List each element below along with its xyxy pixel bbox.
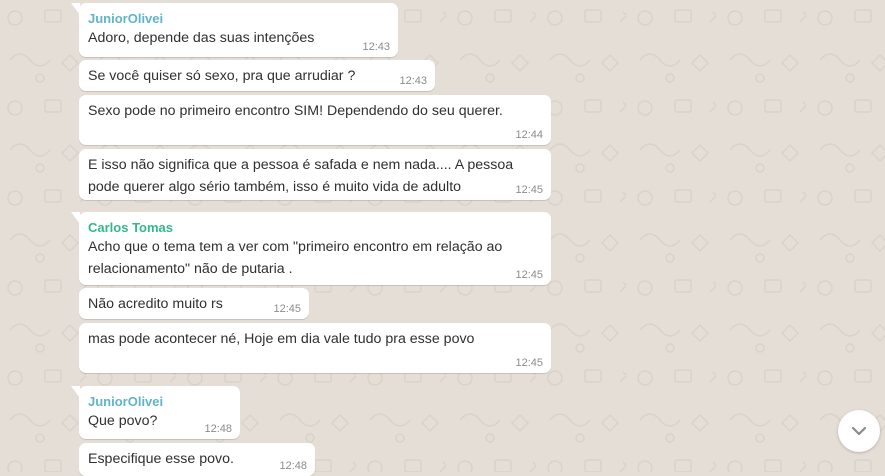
message-bubble[interactable]: mas pode acontecer né, Hoje em dia vale … [79, 323, 551, 373]
chevron-down-icon [849, 421, 869, 441]
message-list: JuniorOlivei Adoro, depende das suas int… [0, 0, 885, 476]
message-bubble[interactable]: Carlos Tomas Acho que o tema tem a ver c… [71, 212, 551, 285]
message-time: 12:45 [515, 269, 543, 281]
message-bubble[interactable]: Especifique esse povo. 12:48 [79, 443, 315, 476]
sender-name[interactable]: JuniorOlivei [88, 11, 389, 27]
message-text: Não acredito muito rs [88, 296, 223, 312]
message-time: 12:48 [204, 423, 232, 435]
message-bubble[interactable]: JuniorOlivei Que povo? 12:48 [71, 386, 240, 439]
message-time: 12:48 [279, 460, 307, 472]
message-text: Sexo pode no primeiro encontro SIM! Depe… [88, 103, 503, 119]
message-text: Adoro, depende das suas intenções [88, 30, 315, 46]
message-bubble[interactable]: E isso não significa que a pessoa é safa… [79, 149, 551, 200]
message-time: 12:45 [515, 357, 543, 369]
message-time: 12:43 [399, 75, 427, 87]
sender-name[interactable]: Carlos Tomas [88, 220, 542, 236]
message-bubble[interactable]: Se você quiser só sexo, pra que arrudiar… [79, 60, 435, 91]
message-time: 12:44 [515, 129, 543, 141]
message-bubble[interactable]: Não acredito muito rs 12:45 [79, 288, 309, 319]
message-bubble[interactable]: JuniorOlivei Adoro, depende das suas int… [71, 3, 398, 57]
message-text: Acho que o tema tem a ver com "primeiro … [88, 239, 507, 277]
message-time: 12:45 [515, 184, 543, 196]
message-bubble[interactable]: Sexo pode no primeiro encontro SIM! Depe… [79, 95, 551, 145]
message-time: 12:45 [273, 303, 301, 315]
message-text: Especifique esse povo. [88, 451, 234, 467]
message-text: mas pode acontecer né, Hoje em dia vale … [88, 331, 475, 347]
sender-name[interactable]: JuniorOlivei [88, 394, 231, 410]
message-text: Se você quiser só sexo, pra que arrudiar… [88, 68, 356, 84]
message-text: E isso não significa que a pessoa é safa… [88, 157, 518, 195]
message-time: 12:43 [362, 41, 390, 53]
scroll-to-bottom-button[interactable] [838, 410, 880, 452]
